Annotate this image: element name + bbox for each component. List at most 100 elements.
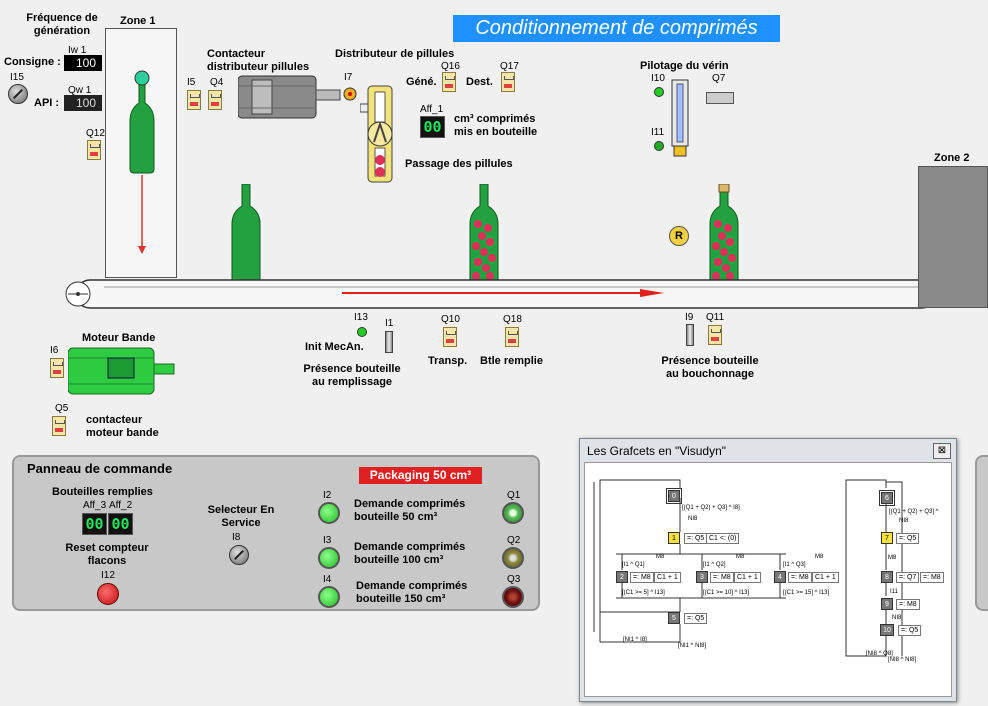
q4-relay[interactable] bbox=[208, 90, 222, 110]
q5-relay[interactable] bbox=[52, 416, 66, 436]
q18-tag: Q18 bbox=[503, 314, 522, 325]
knob-tag: I15 bbox=[10, 72, 24, 83]
q12-tag: Q12 bbox=[86, 128, 105, 139]
transp-label: Transp. bbox=[428, 355, 468, 367]
btle-remplie-label: Btle remplie bbox=[480, 355, 543, 367]
i1-tag: I1 bbox=[385, 318, 394, 329]
q18-relay[interactable] bbox=[505, 327, 519, 347]
i4-tag: I4 bbox=[323, 574, 332, 585]
q10-relay[interactable] bbox=[443, 327, 457, 347]
grafcet-tF: [(C1 >= 15] ^ I13] bbox=[783, 590, 830, 596]
grafcet-a1: =: Q5 bbox=[684, 533, 708, 544]
i13-led bbox=[357, 327, 367, 337]
q7-tag: Q7 bbox=[712, 73, 726, 84]
grafcet-c1-2: C1 + 1 bbox=[654, 572, 681, 583]
grafcet-step-6: 6 bbox=[879, 490, 895, 506]
q3-lamp bbox=[502, 586, 524, 608]
grafcet-a7: =: Q5 bbox=[896, 533, 920, 544]
frequence-knob[interactable] bbox=[8, 84, 28, 104]
api-label: API : bbox=[34, 97, 60, 109]
q17-tag: Q17 bbox=[500, 61, 519, 72]
selecteur-knob[interactable] bbox=[229, 545, 249, 565]
init-label: Init MecAn. bbox=[305, 341, 364, 353]
capped-bottle bbox=[709, 184, 739, 284]
aff1-display: 00 bbox=[420, 116, 445, 138]
grafcet-a8a: =: Q7 bbox=[896, 572, 920, 583]
grafcet-tB: [I1 ^ Q2] bbox=[703, 562, 726, 568]
panel-title: Panneau de commande bbox=[27, 461, 173, 476]
frequence-label: Fréquence de génération bbox=[26, 12, 98, 37]
grafcet-tE: [(C1 >= 10] ^ I13] bbox=[703, 590, 750, 596]
zone1-bottle bbox=[129, 70, 155, 254]
grafcet-m8-4: =: M8 bbox=[788, 572, 812, 583]
grafcet-c1-3: C1 + 1 bbox=[734, 572, 761, 583]
grafcet-t7: M8 bbox=[888, 555, 897, 561]
i13-tag: I13 bbox=[354, 312, 368, 323]
grafcet-step-5: 5 bbox=[668, 612, 680, 624]
grafcet-a10: =: Q5 bbox=[898, 625, 922, 636]
grafcet-t0b: NI8 bbox=[688, 516, 698, 522]
i10-led bbox=[654, 87, 664, 97]
grafcet-m8-2: =: M8 bbox=[630, 572, 654, 583]
i11-led bbox=[654, 141, 664, 151]
demande-100-label: Demande comprimés bouteille 100 cm³ bbox=[354, 541, 466, 566]
grafcet-window-title: Les Grafcets en "Visudyn" bbox=[587, 444, 727, 458]
q17-relay[interactable] bbox=[501, 72, 515, 92]
belt-motor bbox=[68, 347, 175, 395]
demande-50-label: Demande comprimés bouteille 50 cm³ bbox=[354, 498, 466, 523]
presence-bouchonnage: Présence bouteille au bouchonnage bbox=[661, 355, 759, 380]
gene-label: Géné. bbox=[406, 76, 437, 88]
demande-50-button[interactable] bbox=[318, 502, 340, 524]
api-field: 100 bbox=[64, 95, 102, 111]
grafcet-a8b: =: M8 bbox=[920, 572, 944, 583]
grafcet-step-8: 8 bbox=[881, 571, 893, 583]
grafcet-tH: [NI1 ^ NI8] bbox=[678, 643, 707, 649]
moteur-contacteur-label: contacteur moteur bande bbox=[86, 414, 159, 439]
q7-valve[interactable] bbox=[706, 92, 734, 104]
presence-remplissage: Présence bouteille au remplissage bbox=[303, 363, 401, 388]
grafcet-tA: [I1 ^ Q1] bbox=[622, 562, 645, 568]
i7-sensor bbox=[343, 87, 357, 101]
i9-tag: I9 bbox=[685, 312, 694, 323]
q1-tag: Q1 bbox=[507, 490, 521, 501]
selecteur-label: Selecteur En Service bbox=[207, 504, 275, 529]
zone1-label: Zone 1 bbox=[120, 15, 156, 27]
grafcet-step-10: 10 bbox=[880, 624, 894, 636]
grafcet-c1-4: C1 + 1 bbox=[812, 572, 839, 583]
bouteilles-label: Bouteilles remplies bbox=[52, 486, 153, 498]
filled-bottle bbox=[469, 184, 499, 284]
consigne-label: Consigne : bbox=[4, 56, 61, 68]
q12-relay[interactable] bbox=[87, 140, 101, 160]
grafcet-t6: [(Q1 + Q2) + Q3] ^ bbox=[889, 509, 939, 515]
q3-tag: Q3 bbox=[507, 574, 521, 585]
q11-relay[interactable] bbox=[708, 325, 722, 345]
i6-relay[interactable] bbox=[50, 358, 64, 378]
grafcet-a9: =: M8 bbox=[896, 599, 920, 610]
reset-button[interactable] bbox=[97, 583, 119, 605]
grafcet-close-button[interactable]: ⊠ bbox=[933, 443, 951, 459]
demande-100-button[interactable] bbox=[318, 547, 340, 569]
grafcet-tC: [I1 ^ Q3] bbox=[783, 562, 806, 568]
demande-150-button[interactable] bbox=[318, 586, 340, 608]
grafcet-rtB: [NI8 ^ NI8] bbox=[888, 657, 917, 663]
grafcet-tD: [(C1 >= 5] ^ I13] bbox=[622, 590, 665, 596]
title-banner: Conditionnement de comprimés bbox=[453, 15, 780, 42]
grafcet-step-9: 9 bbox=[881, 598, 893, 610]
q16-relay[interactable] bbox=[442, 72, 456, 92]
distributeur-label: Distributeur de pillules bbox=[335, 48, 455, 60]
i5-relay[interactable] bbox=[187, 90, 201, 110]
aff3-display: 00 bbox=[82, 513, 107, 535]
contacteur-label: Contacteur distributeur pillules bbox=[207, 48, 310, 73]
aff2-tag: Aff_2 bbox=[109, 500, 133, 511]
aff2-display: 00 bbox=[108, 513, 133, 535]
q2-lamp bbox=[502, 547, 524, 569]
r-badge[interactable]: R bbox=[669, 226, 689, 246]
moteur-label: Moteur Bande bbox=[82, 332, 156, 344]
i3-tag: I3 bbox=[323, 535, 332, 546]
consigne-field[interactable]: 100 bbox=[64, 55, 102, 71]
dest-label: Dest. bbox=[466, 76, 493, 88]
distributeur-motor bbox=[238, 75, 341, 119]
grafcet-t6b: NI8 bbox=[899, 518, 909, 524]
grafcet-ms3: M8 bbox=[815, 554, 824, 560]
passage-label: Passage des pillules bbox=[405, 158, 513, 170]
